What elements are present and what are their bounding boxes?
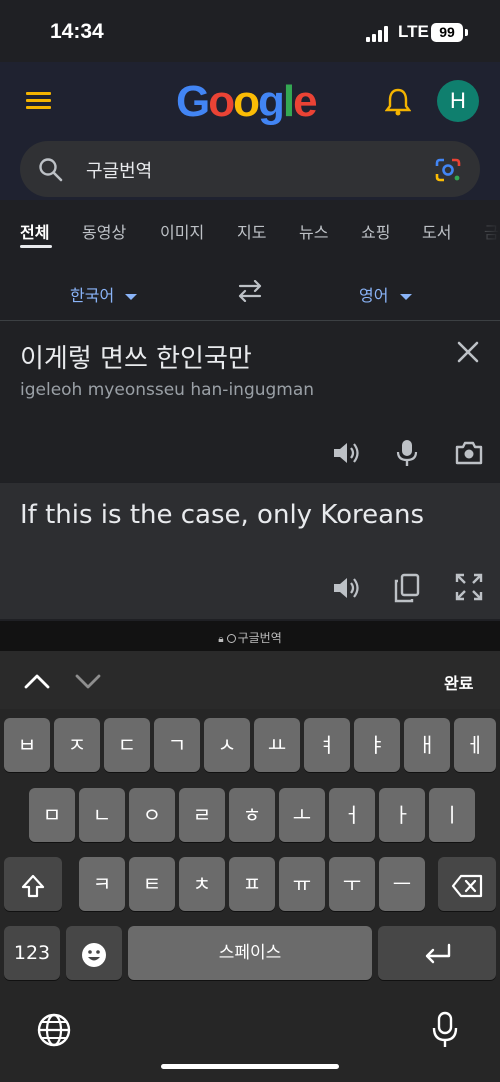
bell-icon[interactable]	[385, 88, 411, 116]
key[interactable]: ㅠ	[279, 857, 325, 911]
tab-images[interactable]: 이미지	[160, 219, 204, 243]
tab-all[interactable]: 전체	[20, 219, 49, 243]
copy-icon[interactable]	[393, 573, 421, 603]
search-input[interactable]: 구글번역	[86, 157, 152, 183]
google-doodle-logo[interactable]: Google	[176, 74, 324, 130]
chevron-down-icon[interactable]	[75, 672, 101, 690]
tab-books[interactable]: 도서	[422, 219, 451, 243]
battery-level: 99	[431, 23, 463, 42]
camera-icon[interactable]	[454, 438, 484, 468]
key[interactable]: ㅍ	[229, 857, 275, 911]
key[interactable]: ㅅ	[204, 718, 250, 772]
signal-icon	[366, 26, 388, 42]
key[interactable]: ㅋ	[79, 857, 125, 911]
battery-tip	[465, 29, 468, 36]
key[interactable]: ㅓ	[329, 788, 375, 842]
key[interactable]: ㅣ	[429, 788, 475, 842]
swap-languages-icon[interactable]	[236, 280, 264, 302]
key[interactable]: ㅡ	[379, 857, 425, 911]
tab-news[interactable]: 뉴스	[299, 219, 328, 243]
speaker-icon[interactable]	[331, 438, 361, 468]
active-tab-indicator	[20, 245, 52, 248]
logo-letter: G	[176, 77, 210, 126]
close-icon[interactable]	[456, 340, 480, 364]
space-key[interactable]: 스페이스	[128, 926, 372, 980]
key[interactable]: ㅛ	[254, 718, 300, 772]
done-button[interactable]: 완료	[444, 670, 473, 694]
key[interactable]: ㄷ	[104, 718, 150, 772]
return-icon	[425, 943, 451, 963]
key[interactable]: ㅈ	[54, 718, 100, 772]
globe-icon[interactable]	[36, 1012, 72, 1048]
source-language-selector[interactable]: 한국어	[70, 282, 138, 306]
key[interactable]: ㅊ	[179, 857, 225, 911]
emoji-icon	[82, 942, 106, 967]
key[interactable]: ㅏ	[379, 788, 425, 842]
return-key[interactable]	[378, 926, 496, 980]
lock-icon: 🔒︎	[218, 634, 224, 645]
avatar[interactable]: H	[437, 80, 479, 122]
search-icon	[226, 634, 236, 643]
translation-result-text: If this is the case, only Koreans	[20, 500, 425, 530]
logo-letter: l	[282, 77, 295, 126]
key[interactable]: ㅇ	[129, 788, 175, 842]
tab-maps[interactable]: 지도	[237, 219, 266, 243]
emoji-key[interactable]	[66, 926, 122, 980]
chevron-down-icon	[399, 293, 412, 300]
logo-letter: o	[208, 77, 235, 126]
tab-fade	[470, 210, 500, 250]
target-language-label: 영어	[359, 286, 389, 305]
key[interactable]: ㅔ	[454, 718, 496, 772]
network-type: LTE	[398, 22, 429, 41]
key[interactable]: ㄱ	[154, 718, 200, 772]
chevron-up-icon[interactable]	[24, 672, 50, 690]
speaker-icon[interactable]	[331, 573, 361, 603]
key[interactable]: ㅁ	[29, 788, 75, 842]
tab-shopping[interactable]: 쇼핑	[361, 219, 390, 243]
romanization-text: igeleoh myeonsseu han-ingugman	[20, 380, 315, 400]
status-time: 14:34	[50, 20, 104, 43]
key[interactable]: ㅐ	[404, 718, 450, 772]
fullscreen-icon[interactable]	[455, 573, 483, 601]
url-text: 구글번역	[237, 631, 282, 645]
microphone-icon[interactable]	[394, 438, 420, 468]
shift-key[interactable]	[4, 857, 62, 911]
source-text-input[interactable]: 이게렇 면쓰 한인국만	[20, 338, 252, 375]
target-language-selector[interactable]: 영어	[359, 282, 412, 306]
source-language-label: 한국어	[70, 286, 115, 305]
backspace-icon	[451, 874, 483, 897]
key[interactable]: ㅗ	[279, 788, 325, 842]
tab-videos[interactable]: 동영상	[82, 219, 126, 243]
key[interactable]: ㅕ	[304, 718, 350, 772]
shift-icon	[21, 874, 45, 897]
key[interactable]: ㄴ	[79, 788, 125, 842]
chevron-down-icon	[125, 293, 138, 300]
numbers-key[interactable]: 123	[4, 926, 60, 980]
logo-letter: o	[233, 77, 260, 126]
key[interactable]: ㅎ	[229, 788, 275, 842]
google-lens-icon[interactable]	[434, 157, 462, 183]
key[interactable]: ㄹ	[179, 788, 225, 842]
key[interactable]: ㅂ	[4, 718, 50, 772]
home-indicator[interactable]	[161, 1064, 339, 1069]
search-icon	[39, 158, 63, 182]
url-label: 🔒︎ 구글번역	[0, 629, 500, 646]
microphone-icon[interactable]	[430, 1010, 460, 1050]
key[interactable]: ㅑ	[354, 718, 400, 772]
backspace-key[interactable]	[438, 857, 496, 911]
hamburger-menu-icon[interactable]	[26, 92, 51, 110]
key[interactable]: ㅌ	[129, 857, 175, 911]
key[interactable]: ㅜ	[329, 857, 375, 911]
logo-letter: e	[293, 77, 318, 126]
logo-letter: g	[258, 77, 285, 126]
